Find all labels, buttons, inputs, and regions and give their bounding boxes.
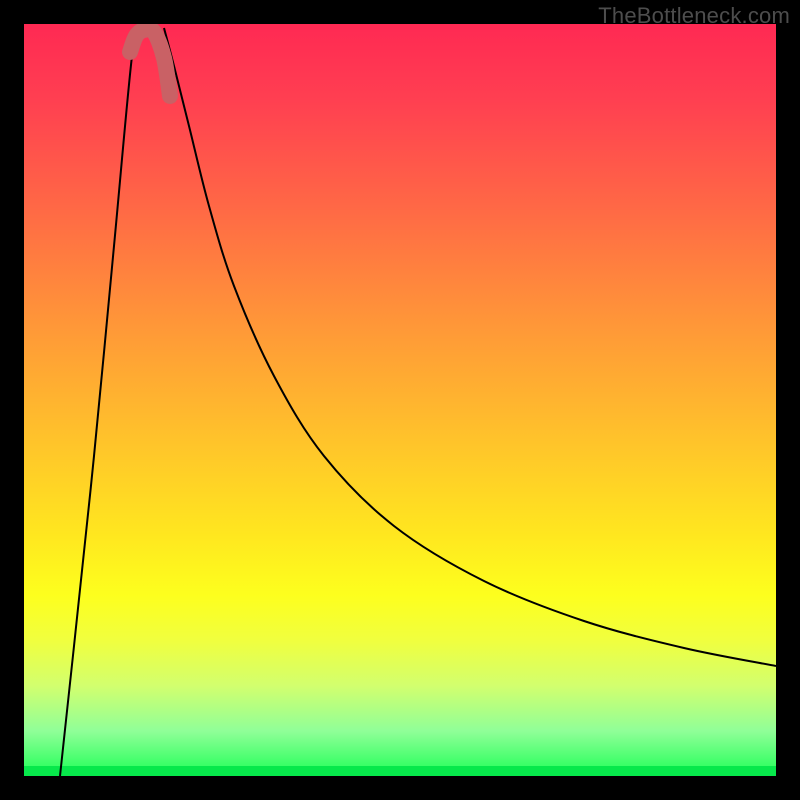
chart-svg [24, 24, 776, 776]
series-bottleneck-curve-right [164, 28, 776, 666]
series-group [60, 28, 776, 776]
plot-area [24, 24, 776, 776]
series-bottleneck-curve-left [60, 28, 140, 776]
chart-frame: TheBottleneck.com [0, 0, 800, 800]
baseline-bar [24, 766, 776, 776]
series-highlight-j [130, 29, 170, 96]
